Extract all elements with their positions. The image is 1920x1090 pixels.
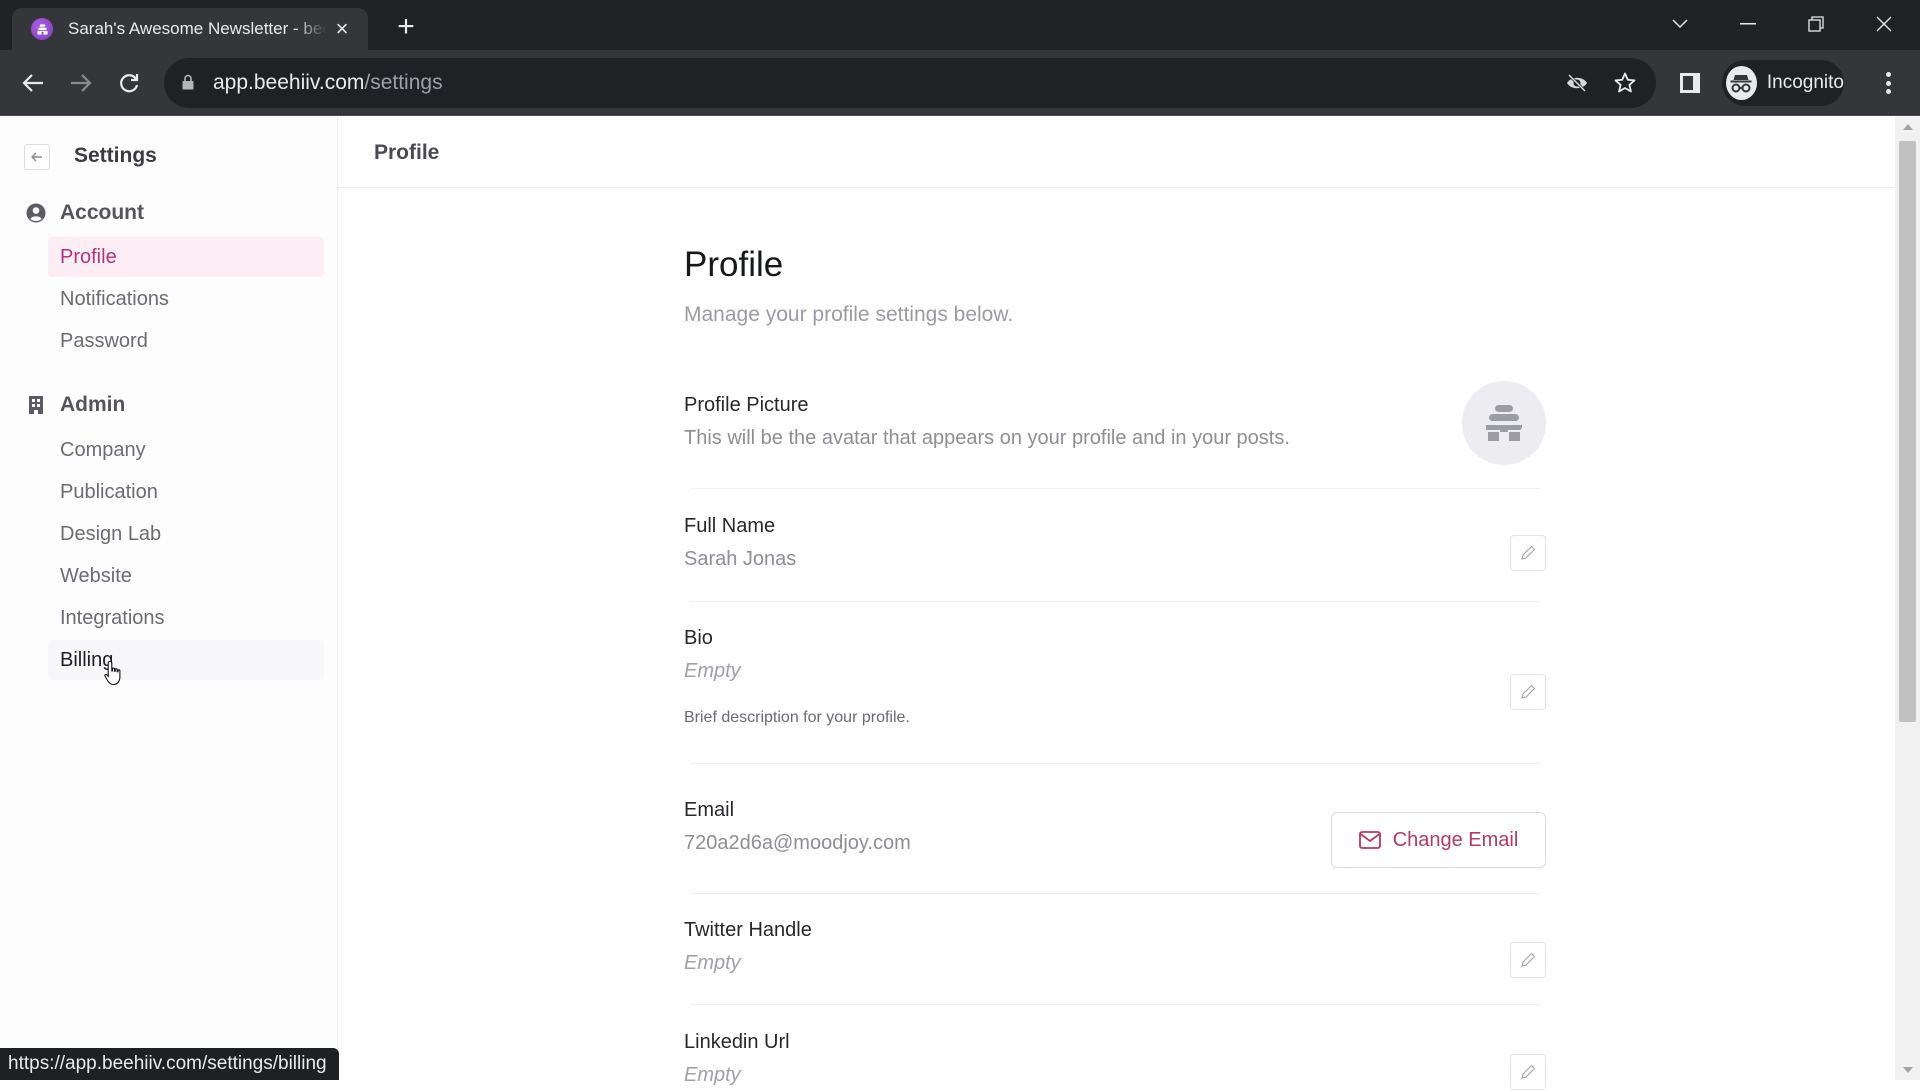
incognito-label: Incognito xyxy=(1766,72,1844,93)
field-label: Full Name xyxy=(684,515,776,537)
building-icon xyxy=(26,395,46,415)
sidebar-section-admin: Admin xyxy=(26,393,125,417)
mail-icon xyxy=(1358,831,1381,849)
lock-icon xyxy=(182,74,194,90)
incognito-profile-button[interactable]: Incognito xyxy=(1722,60,1844,106)
url-host: app.beehiiv.com xyxy=(213,71,365,94)
twitter-value: Empty xyxy=(684,952,741,974)
beehive-icon xyxy=(1486,405,1522,441)
side-panel-icon[interactable] xyxy=(1678,70,1702,96)
browser-menu-icon[interactable] xyxy=(1876,70,1900,96)
sidebar-title: Settings xyxy=(74,144,157,167)
sidebar-item-publication[interactable]: Publication xyxy=(48,472,324,512)
back-arrow-icon[interactable] xyxy=(16,66,50,100)
edit-twitter-button[interactable] xyxy=(1510,942,1546,978)
full-name-value: Sarah Jonas xyxy=(684,548,797,570)
pencil-icon xyxy=(1521,684,1536,699)
scrollbar-thumb[interactable] xyxy=(1899,141,1916,722)
tab-close-icon[interactable]: × xyxy=(330,17,354,41)
twitter-handle-field: Twitter Handle Empty xyxy=(684,919,1546,975)
browser-toolbar: app.beehiiv.com/settings Incognito xyxy=(0,50,1920,116)
bookmark-star-icon[interactable] xyxy=(1612,70,1638,96)
profile-picture-field: Profile Picture This will be the avatar … xyxy=(684,394,1546,450)
tab-title: Sarah's Awesome Newsletter - beehiiv xyxy=(68,19,326,38)
bio-help-text: Brief description for your profile. xyxy=(684,709,910,726)
sidebar-item-profile[interactable]: Profile xyxy=(48,237,324,277)
hand-pointer-cursor-icon xyxy=(104,660,121,686)
field-label: Linkedin Url xyxy=(684,1031,790,1053)
field-label: Profile Picture xyxy=(684,394,809,416)
header-title: Profile xyxy=(374,141,440,164)
pencil-icon xyxy=(1521,952,1536,967)
sidebar-item-company[interactable]: Company xyxy=(48,430,324,470)
divider xyxy=(690,601,1540,602)
sidebar-item-integrations[interactable]: Integrations xyxy=(48,598,324,638)
sidebar-section-label: Account xyxy=(60,201,144,224)
sidebar-item-notifications[interactable]: Notifications xyxy=(48,279,324,319)
back-button[interactable] xyxy=(24,144,50,170)
change-email-button[interactable]: Change Email xyxy=(1331,812,1546,868)
edit-linkedin-button[interactable] xyxy=(1510,1054,1546,1090)
sidebar-item-design-lab[interactable]: Design Lab xyxy=(48,514,324,554)
divider xyxy=(690,488,1540,489)
status-bar-url: https://app.beehiiv.com/settings/billing xyxy=(0,1048,339,1080)
minimize-icon[interactable] xyxy=(1728,8,1768,40)
page-subtitle: Manage your profile settings below. xyxy=(684,303,1014,326)
full-name-field: Full Name Sarah Jonas xyxy=(684,515,1546,571)
arrow-left-icon xyxy=(31,152,42,162)
linkedin-value: Empty xyxy=(684,1064,741,1086)
user-circle-icon xyxy=(26,203,46,223)
url-text: app.beehiiv.com/settings xyxy=(213,71,443,95)
avatar[interactable] xyxy=(1462,381,1546,465)
scroll-down-arrow-icon[interactable] xyxy=(1895,1060,1920,1080)
app-window: Settings Account Profile Notifications P… xyxy=(0,117,1920,1090)
incognito-icon xyxy=(1726,66,1757,100)
sidebar-item-billing[interactable]: Billing xyxy=(48,640,324,680)
field-description: This will be the avatar that appears on … xyxy=(684,427,1290,449)
edit-full-name-button[interactable] xyxy=(1510,535,1546,571)
page-title: Profile xyxy=(684,245,784,284)
scroll-up-arrow-icon[interactable] xyxy=(1895,117,1920,137)
url-path: /settings xyxy=(364,71,443,94)
main-content: Profile Profile Manage your profile sett… xyxy=(338,117,1895,1090)
divider xyxy=(690,893,1540,894)
tab-search-chevron-icon[interactable] xyxy=(1660,8,1700,40)
settings-sidebar: Settings Account Profile Notifications P… xyxy=(0,117,338,1080)
sidebar-section-label: Admin xyxy=(60,393,126,416)
divider xyxy=(690,1004,1540,1005)
vertical-scrollbar[interactable] xyxy=(1895,117,1920,1080)
sidebar-section-account: Account xyxy=(26,201,144,225)
sidebar-item-password[interactable]: Password xyxy=(48,321,324,361)
forward-arrow-icon[interactable] xyxy=(64,66,98,100)
restore-window-icon[interactable] xyxy=(1796,8,1836,40)
close-window-icon[interactable] xyxy=(1864,8,1904,40)
pencil-icon xyxy=(1521,545,1536,560)
bio-field: Bio Empty Brief description for your pro… xyxy=(684,627,1546,727)
linkedin-url-field: Linkedin Url Empty xyxy=(684,1031,1546,1087)
field-label: Twitter Handle xyxy=(684,919,812,941)
browser-tab[interactable]: Sarah's Awesome Newsletter - beehiiv × xyxy=(12,8,368,50)
main-header: Profile xyxy=(338,117,1895,188)
pencil-icon xyxy=(1521,1064,1536,1079)
beehiiv-favicon-icon xyxy=(31,18,53,40)
edit-bio-button[interactable] xyxy=(1510,674,1546,710)
browser-tab-strip: Sarah's Awesome Newsletter - beehiiv × + xyxy=(0,0,1920,50)
sidebar-item-website[interactable]: Website xyxy=(48,556,324,596)
tracking-protection-eye-off-icon[interactable] xyxy=(1564,70,1590,96)
reload-icon[interactable] xyxy=(112,66,146,100)
bio-value: Empty xyxy=(684,660,741,682)
address-bar[interactable]: app.beehiiv.com/settings xyxy=(164,58,1656,108)
change-email-label: Change Email xyxy=(1392,828,1519,851)
new-tab-button[interactable]: + xyxy=(390,12,422,44)
divider xyxy=(690,763,1540,764)
field-label: Bio xyxy=(684,627,713,649)
